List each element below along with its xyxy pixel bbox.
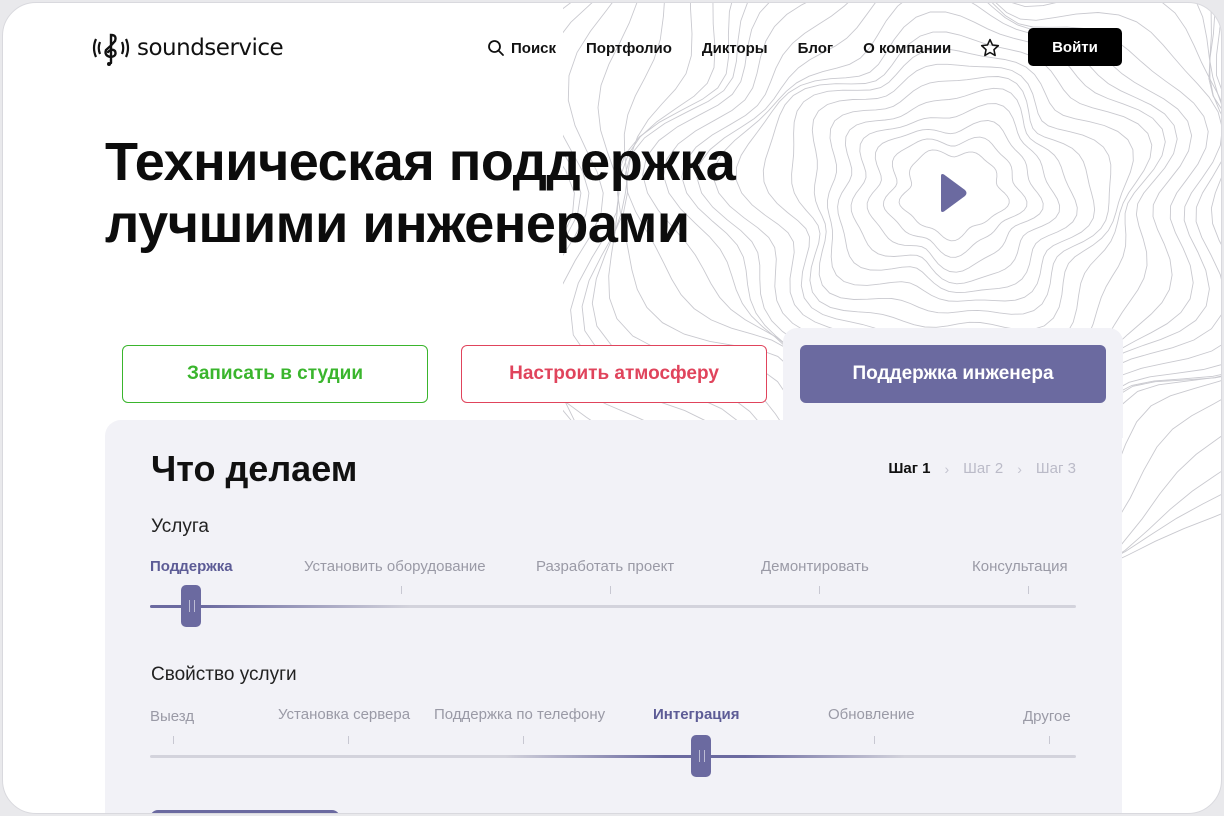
slider-tick bbox=[401, 586, 402, 594]
step-3[interactable]: Шаг 3 bbox=[1036, 460, 1076, 477]
play-icon[interactable] bbox=[938, 173, 968, 213]
slider-tick bbox=[173, 736, 174, 744]
nav-portfolio[interactable]: Портфолио bbox=[586, 40, 672, 57]
slider-tick bbox=[874, 736, 875, 744]
property-option-server-install[interactable]: Установка сервера bbox=[278, 706, 410, 723]
service-option-support[interactable]: Поддержка bbox=[150, 558, 233, 575]
property-option-other[interactable]: Другое bbox=[1023, 708, 1071, 725]
property-slider-handle[interactable] bbox=[691, 735, 711, 777]
property-label: Свойство услуги bbox=[151, 664, 297, 685]
tab-engineer-support[interactable]: Поддержка инженера bbox=[800, 345, 1106, 403]
hero-title-line2: лучшими инженерами bbox=[105, 194, 690, 254]
service-option-install-equipment[interactable]: Установить оборудование bbox=[304, 558, 486, 575]
property-option-phone-support[interactable]: Поддержка по телефону bbox=[434, 706, 605, 723]
login-button[interactable]: Войти bbox=[1028, 28, 1122, 66]
property-option-integration[interactable]: Интеграция bbox=[653, 706, 739, 723]
treble-clef-logo-icon bbox=[92, 33, 130, 66]
star-favorites-icon[interactable] bbox=[979, 37, 1001, 59]
chevron-right-icon: › bbox=[944, 460, 950, 477]
slider-tick bbox=[1028, 586, 1029, 594]
slider-tick bbox=[348, 736, 349, 744]
nav-search[interactable]: Поиск bbox=[487, 39, 556, 57]
nav-blog[interactable]: Блог bbox=[798, 40, 834, 57]
service-option-develop-project[interactable]: Разработать проект bbox=[536, 558, 674, 575]
tab-record-studio[interactable]: Записать в студии bbox=[122, 345, 428, 403]
nav-voices[interactable]: Дикторы bbox=[702, 40, 768, 57]
slider-tick bbox=[1049, 736, 1050, 744]
next-step-button[interactable] bbox=[150, 810, 340, 813]
service-slider-handle[interactable] bbox=[181, 585, 201, 627]
step-1[interactable]: Шаг 1 bbox=[888, 460, 930, 477]
property-option-visit[interactable]: Выезд bbox=[150, 708, 194, 725]
service-option-consultation[interactable]: Консультация bbox=[972, 558, 1068, 575]
nav-about[interactable]: О компании bbox=[863, 40, 951, 57]
step-2[interactable]: Шаг 2 bbox=[963, 460, 1003, 477]
panel-title: Что делаем bbox=[151, 448, 358, 489]
main-nav: Поиск Портфолио Дикторы Блог О компании bbox=[487, 37, 1027, 59]
service-option-dismantle[interactable]: Демонтировать bbox=[761, 558, 869, 575]
hero-title: Техническая поддержка лучшими инженерами bbox=[105, 131, 825, 255]
service-label: Услуга bbox=[151, 516, 209, 537]
slider-tick bbox=[819, 586, 820, 594]
search-icon bbox=[488, 40, 504, 56]
step-indicator: Шаг 1 › Шаг 2 › Шаг 3 bbox=[888, 460, 1076, 477]
property-option-update[interactable]: Обновление bbox=[828, 706, 915, 723]
service-config-panel: Что делаем Шаг 1 › Шаг 2 › Шаг 3 Услуга … bbox=[105, 420, 1122, 813]
chevron-right-icon: › bbox=[1017, 460, 1022, 477]
browser-frame: soundservice Поиск Портфолио Дикторы Бло… bbox=[2, 2, 1222, 814]
logo-text: soundservice bbox=[137, 35, 284, 61]
logo[interactable]: soundservice bbox=[91, 29, 284, 67]
slider-tick bbox=[610, 586, 611, 594]
hero-title-line1: Техническая поддержка bbox=[105, 132, 736, 192]
slider-tick bbox=[523, 736, 524, 744]
nav-search-label: Поиск bbox=[511, 39, 557, 57]
tab-setup-atmosphere[interactable]: Настроить атмосферу bbox=[461, 345, 767, 403]
